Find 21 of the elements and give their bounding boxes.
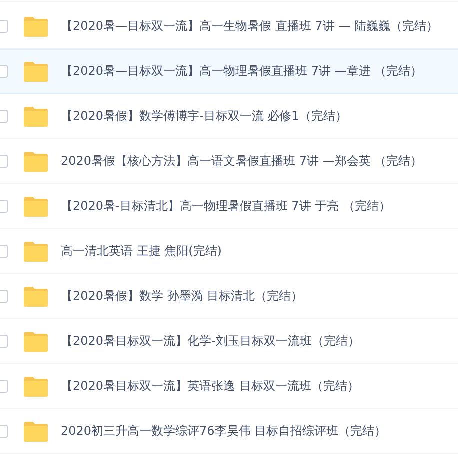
folder-name[interactable]: 【2020暑-目标清北】高一物理暑假直播班 7讲 于亮 （完结） [61, 198, 391, 215]
file-row[interactable]: 【2020暑—目标双一流】高一物理暑假直播班 7讲 —章进 （完结） [0, 49, 458, 94]
folder-icon [23, 286, 49, 306]
folder-icon [23, 62, 49, 82]
folder-icon [23, 106, 49, 126]
folder-name[interactable]: 【2020暑—目标双一流】高一生物暑假 直播班 7讲 — 陆巍巍（完结） [61, 18, 438, 35]
folder-icon [23, 422, 49, 442]
folder-name[interactable]: 【2020暑目标双一流】英语张逸 目标双一流班（完结） [61, 378, 360, 395]
folder-icon [23, 16, 49, 36]
folder-name[interactable]: 【2020暑—目标双一流】高一物理暑假直播班 7讲 —章进 （完结） [61, 63, 423, 80]
folder-icon [23, 196, 49, 216]
folder-name[interactable]: 【2020暑假】数学 孙墨漪 目标清北（完结） [61, 288, 304, 305]
folder-icon [23, 242, 49, 262]
folder-name[interactable]: 【2020暑假】数学傅博宇-目标双一流 必修1（完结） [61, 108, 348, 125]
folder-name[interactable]: 【2020暑目标双一流】化学-刘玉目标双一流班（完结） [61, 333, 360, 350]
folder-name[interactable]: 2020初三升高一数学综评76李昊伟 目标自招综评班（完结） [61, 423, 387, 440]
folder-icon [23, 376, 49, 396]
folder-name[interactable]: 2020暑假【核心方法】高一语文暑假直播班 7讲 —郑会英 （完结） [61, 153, 423, 170]
folder-icon [23, 332, 49, 352]
folder-icon [23, 152, 49, 172]
folder-name[interactable]: 高一清北英语 王捷 焦阳(完结) [61, 243, 222, 260]
